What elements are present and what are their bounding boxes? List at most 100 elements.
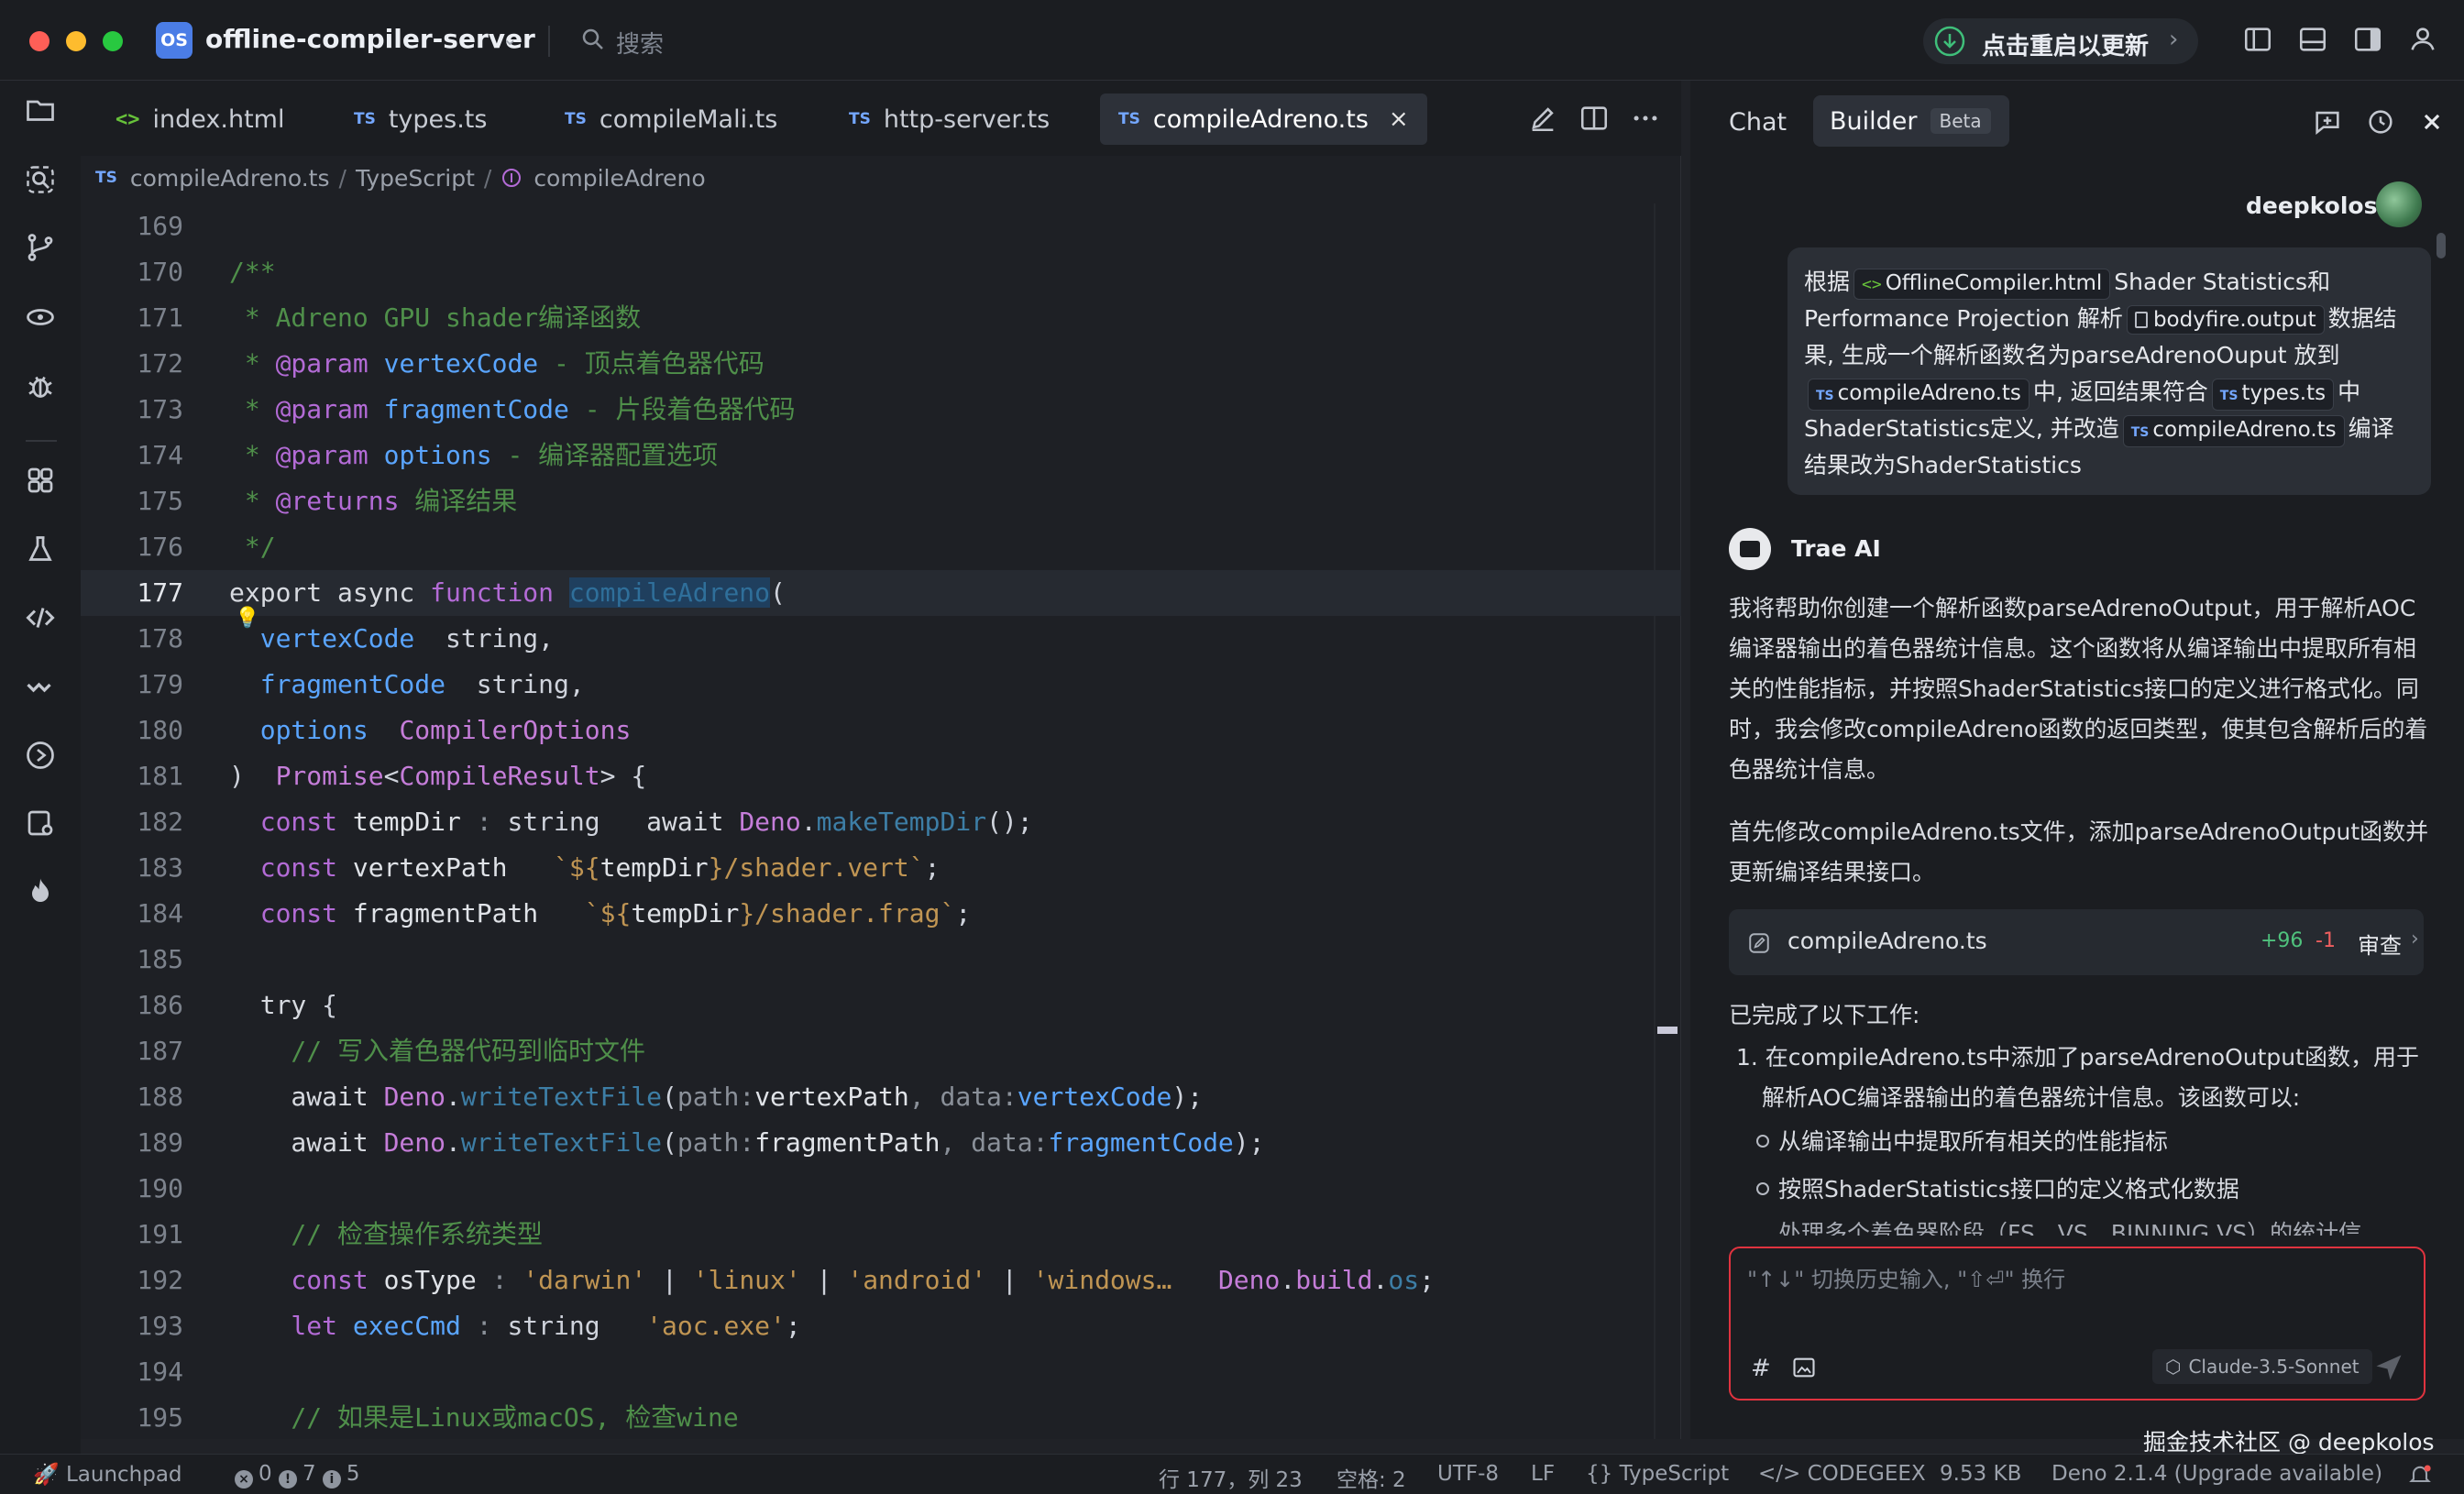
code-line[interactable]: 184 const fragmentPath `${tempDir}/shade… bbox=[81, 891, 1681, 937]
code-line[interactable]: 172 * @param vertexCode - 顶点着色器代码 bbox=[81, 341, 1681, 387]
chevron-right-icon: › bbox=[2169, 26, 2179, 53]
code-line[interactable]: 183 const vertexPath `${tempDir}/shader.… bbox=[81, 845, 1681, 891]
code-line[interactable]: 192 const osType : 'darwin' | 'linux' | … bbox=[81, 1258, 1681, 1303]
code-line[interactable]: 182 const tempDir : string await Deno.ma… bbox=[81, 799, 1681, 845]
explorer-icon[interactable] bbox=[24, 93, 57, 126]
code-line[interactable]: 190 bbox=[81, 1166, 1681, 1212]
tab-chat[interactable]: Chat bbox=[1729, 108, 1787, 137]
database-settings-icon[interactable] bbox=[24, 807, 57, 840]
tab-http-server-ts[interactable]: TS http-server.ts bbox=[830, 93, 1068, 145]
window-maximize-button[interactable] bbox=[103, 31, 123, 51]
remote-icon[interactable] bbox=[24, 301, 57, 334]
code-line[interactable]: 180 options CompilerOptions bbox=[81, 708, 1681, 753]
split-editor-icon[interactable] bbox=[1578, 103, 1610, 134]
restart-update-button[interactable]: 点击重启以更新 › bbox=[1923, 18, 2198, 64]
indentation[interactable]: 空格: 2 bbox=[1336, 1462, 1406, 1493]
encoding[interactable]: UTF-8 bbox=[1437, 1462, 1499, 1486]
toggle-panel-icon[interactable] bbox=[2297, 24, 2328, 55]
code-line[interactable]: 195 // 如果是Linux或macOS, 检查wine bbox=[81, 1395, 1681, 1439]
code-icon[interactable] bbox=[24, 601, 57, 634]
code-line[interactable]: 169 bbox=[81, 203, 1681, 249]
edit-icon[interactable] bbox=[1527, 103, 1558, 134]
tab-types-ts[interactable]: TS types.ts bbox=[336, 93, 505, 145]
timeline-icon[interactable] bbox=[24, 739, 57, 772]
tab-builder[interactable]: Builder Beta bbox=[1813, 95, 2009, 147]
flame-icon[interactable] bbox=[24, 874, 57, 907]
tab-compileadreno-ts[interactable]: TS compileAdreno.ts × bbox=[1100, 93, 1427, 145]
chat-scrollbar[interactable] bbox=[2436, 233, 2446, 258]
extensions-icon[interactable] bbox=[24, 464, 57, 497]
code-line[interactable]: 175 * @returns 编译结果 bbox=[81, 478, 1681, 524]
more-actions-icon[interactable] bbox=[1630, 103, 1661, 134]
model-selector[interactable]: ⬡ Claude-3.5-Sonnet bbox=[2152, 1349, 2372, 1384]
account-icon[interactable] bbox=[2407, 24, 2438, 55]
code-line[interactable]: 194 bbox=[81, 1349, 1681, 1395]
new-chat-icon[interactable] bbox=[2312, 106, 2343, 137]
scrollbar-marker bbox=[1657, 1027, 1678, 1034]
code-line[interactable]: 188 await Deno.writeTextFile(path:vertex… bbox=[81, 1074, 1681, 1120]
window-minimize-button[interactable] bbox=[66, 31, 86, 51]
hash-icon[interactable]: # bbox=[1751, 1355, 1771, 1382]
close-icon[interactable] bbox=[2416, 106, 2448, 137]
code-line[interactable]: 193 let execCmd : string 'aoc.exe'; bbox=[81, 1303, 1681, 1349]
image-icon[interactable] bbox=[1791, 1355, 1817, 1380]
code-line[interactable]: 170/** bbox=[81, 249, 1681, 295]
codegeex-item[interactable]: </> CODEGEEX bbox=[1758, 1462, 1926, 1486]
breadcrumb-file[interactable]: compileAdreno.ts bbox=[130, 165, 330, 192]
search-input[interactable]: 搜索 bbox=[616, 26, 664, 60]
code-line[interactable]: 189 await Deno.writeTextFile(path:fragme… bbox=[81, 1120, 1681, 1166]
file-chip[interactable]: TS types.ts bbox=[2211, 379, 2335, 411]
code-line[interactable]: 173 * @param fragmentCode - 片段着色器代码 bbox=[81, 387, 1681, 433]
chat-input-box[interactable]: # ⬡ Claude-3.5-Sonnet bbox=[1729, 1247, 2426, 1401]
tab-compilemali-ts[interactable]: TS compileMali.ts bbox=[546, 93, 796, 145]
code-line[interactable]: 181) Promise<CompileResult> { bbox=[81, 753, 1681, 799]
code-line[interactable]: 187 // 写入着色器代码到临时文件 bbox=[81, 1028, 1681, 1074]
code-area[interactable]: 169 170/** 171 * Adreno GPU shader编译函数 1… bbox=[81, 203, 1681, 1439]
testing-icon[interactable] bbox=[24, 533, 57, 566]
codegeex-label: CODEGEEX bbox=[1807, 1462, 1926, 1486]
deno-version[interactable]: Deno 2.1.4 (Upgrade available) bbox=[2052, 1462, 2382, 1486]
breadcrumb-language[interactable]: TypeScript bbox=[356, 165, 475, 192]
code-line[interactable]: 174 * @param options - 编译器配置选项 bbox=[81, 433, 1681, 478]
chevron-down-icon[interactable]: ⌄ bbox=[502, 27, 518, 49]
lightbulb-icon[interactable]: 💡 bbox=[235, 607, 259, 630]
problems-item[interactable]: × 0 ! 7 i5 bbox=[235, 1462, 360, 1489]
project-name[interactable]: offline-compiler-server bbox=[205, 24, 535, 54]
project-badge[interactable]: OS bbox=[156, 22, 192, 59]
review-button[interactable]: 审查 bbox=[2358, 928, 2402, 960]
debug-icon[interactable] bbox=[24, 370, 57, 403]
code-line[interactable]: 176 */ bbox=[81, 524, 1681, 570]
chat-input[interactable] bbox=[1747, 1261, 2389, 1298]
breadcrumb-symbol[interactable]: compileAdreno bbox=[534, 165, 705, 192]
file-chip[interactable]: bodyfire.output bbox=[2126, 305, 2325, 335]
code-line[interactable]: 178 vertexCode string, bbox=[81, 616, 1681, 662]
file-chip[interactable]: TS compileAdreno.ts bbox=[1808, 379, 2030, 411]
code-line[interactable]: 171 * Adreno GPU shader编译函数 bbox=[81, 295, 1681, 341]
code-line[interactable]: 179 fragmentCode string, bbox=[81, 662, 1681, 708]
history-icon[interactable] bbox=[2365, 106, 2396, 137]
file-chip[interactable]: <> OfflineCompiler.html bbox=[1854, 269, 2111, 300]
end-of-line[interactable]: LF bbox=[1531, 1462, 1555, 1486]
tab-index-html[interactable]: <> index.html bbox=[97, 93, 302, 145]
search-icon[interactable] bbox=[24, 163, 57, 196]
code-line[interactable]: 185 bbox=[81, 937, 1681, 983]
language-mode[interactable]: {} TypeScript bbox=[1586, 1462, 1729, 1486]
notification-bell-icon[interactable] bbox=[2407, 1462, 2433, 1488]
close-icon[interactable]: × bbox=[1389, 105, 1409, 133]
line-number: 188 bbox=[137, 1082, 183, 1112]
toggle-sidebar-icon[interactable] bbox=[2242, 24, 2273, 55]
search-icon[interactable] bbox=[579, 26, 607, 53]
codegeex-icon[interactable] bbox=[24, 671, 57, 704]
source-control-icon[interactable] bbox=[24, 231, 57, 264]
file-change-card[interactable]: compileAdreno.ts +96 -1 审查 › bbox=[1729, 909, 2424, 975]
code-line[interactable]: 191 // 检查操作系统类型 bbox=[81, 1212, 1681, 1258]
file-chip[interactable]: TS compileAdreno.ts bbox=[2122, 415, 2345, 447]
send-icon[interactable] bbox=[2372, 1351, 2405, 1384]
code-line[interactable]: 186 try { bbox=[81, 983, 1681, 1028]
divider bbox=[26, 440, 57, 442]
code-line-current[interactable]: 177 export async function compileAdreno( bbox=[81, 570, 1681, 616]
cursor-position[interactable]: 行 177，列 23 bbox=[1159, 1462, 1303, 1493]
toggle-chat-panel-icon[interactable] bbox=[2352, 24, 2383, 55]
window-close-button[interactable] bbox=[29, 31, 50, 51]
launchpad-item[interactable]: 🚀 Launchpad bbox=[33, 1462, 182, 1487]
